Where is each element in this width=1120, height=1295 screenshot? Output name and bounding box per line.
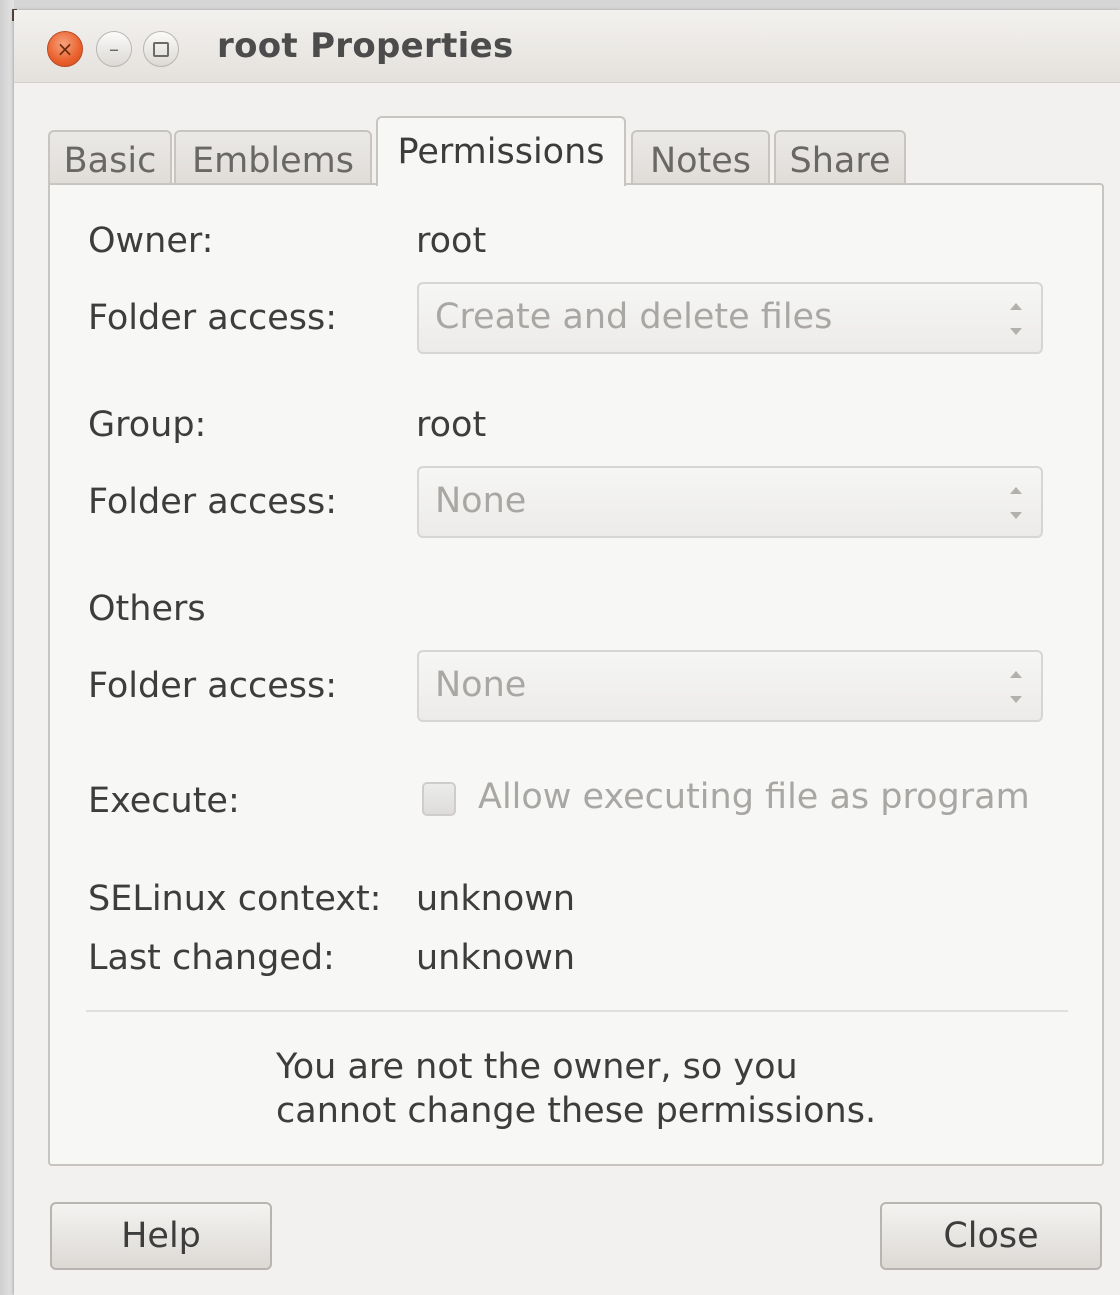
window-minimize-button[interactable]: –	[96, 31, 132, 67]
tab-emblems[interactable]: Emblems	[174, 130, 372, 190]
tab-permissions[interactable]: Permissions	[376, 116, 626, 186]
group-folder-access-value: None	[435, 481, 527, 521]
window-title: root Properties	[217, 26, 514, 66]
window-maximize-button[interactable]	[143, 31, 179, 67]
execute-checkbox[interactable]	[422, 782, 456, 816]
others-folder-access-select[interactable]: None	[417, 650, 1043, 722]
last-changed-value: unknown	[416, 938, 576, 978]
desktop-backdrop-left	[0, 0, 14, 1295]
execute-checkbox-label[interactable]: Allow executing file as program	[478, 777, 1030, 817]
title-bar[interactable]: × – root Properties	[14, 10, 1120, 83]
group-label: Group:	[88, 405, 207, 445]
window-close-button[interactable]: ×	[47, 31, 83, 67]
group-value: root	[416, 405, 487, 445]
up-down-arrows-icon	[1009, 671, 1023, 703]
owner-folder-access-label: Folder access:	[88, 298, 338, 338]
tab-basic[interactable]: Basic	[48, 130, 172, 190]
owner-folder-access-select[interactable]: Create and delete files	[417, 282, 1043, 354]
minimize-icon: –	[109, 37, 119, 61]
notice-line-2: cannot change these permissions.	[276, 1091, 877, 1131]
last-changed-label: Last changed:	[88, 938, 335, 978]
tab-bar: Basic Emblems Permissions Notes Share	[48, 116, 1108, 190]
separator	[86, 1010, 1068, 1012]
owner-folder-access-value: Create and delete files	[435, 297, 833, 337]
selinux-context-value: unknown	[416, 879, 576, 919]
permission-notice: You are not the owner, so you cannot cha…	[276, 1045, 876, 1133]
maximize-icon	[153, 41, 169, 57]
properties-window: × – root Properties Basic Emblems Permis…	[14, 10, 1120, 1295]
group-folder-access-label: Folder access:	[88, 482, 338, 522]
others-label: Others	[88, 589, 206, 629]
help-button[interactable]: Help	[50, 1202, 272, 1270]
permissions-panel: Owner: root Folder access: Create and de…	[48, 183, 1104, 1166]
others-folder-access-label: Folder access:	[88, 666, 338, 706]
owner-value: root	[416, 221, 487, 261]
notice-line-1: You are not the owner, so you	[276, 1047, 798, 1087]
selinux-context-label: SELinux context:	[88, 879, 382, 919]
close-icon: ×	[56, 37, 74, 61]
tab-share[interactable]: Share	[774, 130, 906, 190]
up-down-arrows-icon	[1009, 303, 1023, 335]
tab-notes[interactable]: Notes	[631, 130, 770, 190]
close-button[interactable]: Close	[880, 1202, 1102, 1270]
others-folder-access-value: None	[435, 665, 527, 705]
owner-label: Owner:	[88, 221, 214, 261]
desktop-backdrop-top	[0, 0, 1120, 10]
up-down-arrows-icon	[1009, 487, 1023, 519]
execute-label: Execute:	[88, 781, 240, 821]
group-folder-access-select[interactable]: None	[417, 466, 1043, 538]
